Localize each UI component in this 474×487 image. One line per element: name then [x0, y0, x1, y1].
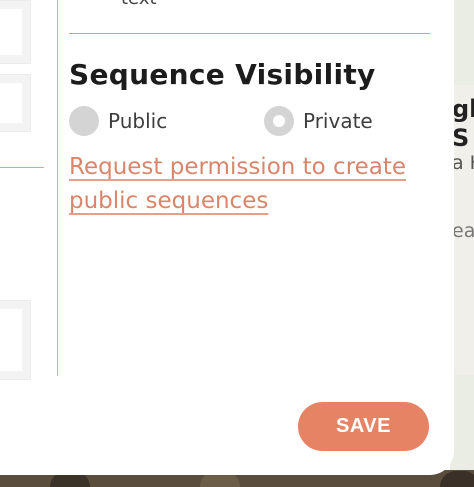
radio-public[interactable] — [69, 106, 99, 136]
background-text-4: ea — [452, 220, 474, 242]
radio-public-label: Public — [108, 109, 168, 133]
radio-private-label: Private — [303, 109, 373, 133]
section-divider — [69, 33, 430, 34]
field-label: text — [121, 0, 157, 9]
left-field-box[interactable] — [0, 74, 31, 132]
sequence-settings-modal: text Sequence Visibility Public Private … — [0, 0, 454, 475]
visibility-option-private[interactable]: Private — [264, 106, 373, 136]
column-divider — [57, 0, 58, 376]
sequence-visibility-title: Sequence Visibility — [69, 58, 376, 91]
background-text-2: S — [452, 124, 470, 152]
left-field-box[interactable] — [0, 300, 31, 380]
background-text-3: a K — [452, 152, 474, 174]
visibility-option-public[interactable]: Public — [69, 106, 167, 136]
left-field-box[interactable] — [0, 0, 31, 64]
background-figure — [440, 471, 474, 487]
left-column — [0, 0, 44, 475]
left-divider — [0, 167, 44, 168]
save-button[interactable]: SAVE — [298, 402, 429, 451]
request-public-permission-link[interactable]: Request permission to create public sequ… — [69, 150, 431, 218]
radio-private[interactable] — [264, 106, 294, 136]
background-text-1: gl — [452, 95, 474, 123]
